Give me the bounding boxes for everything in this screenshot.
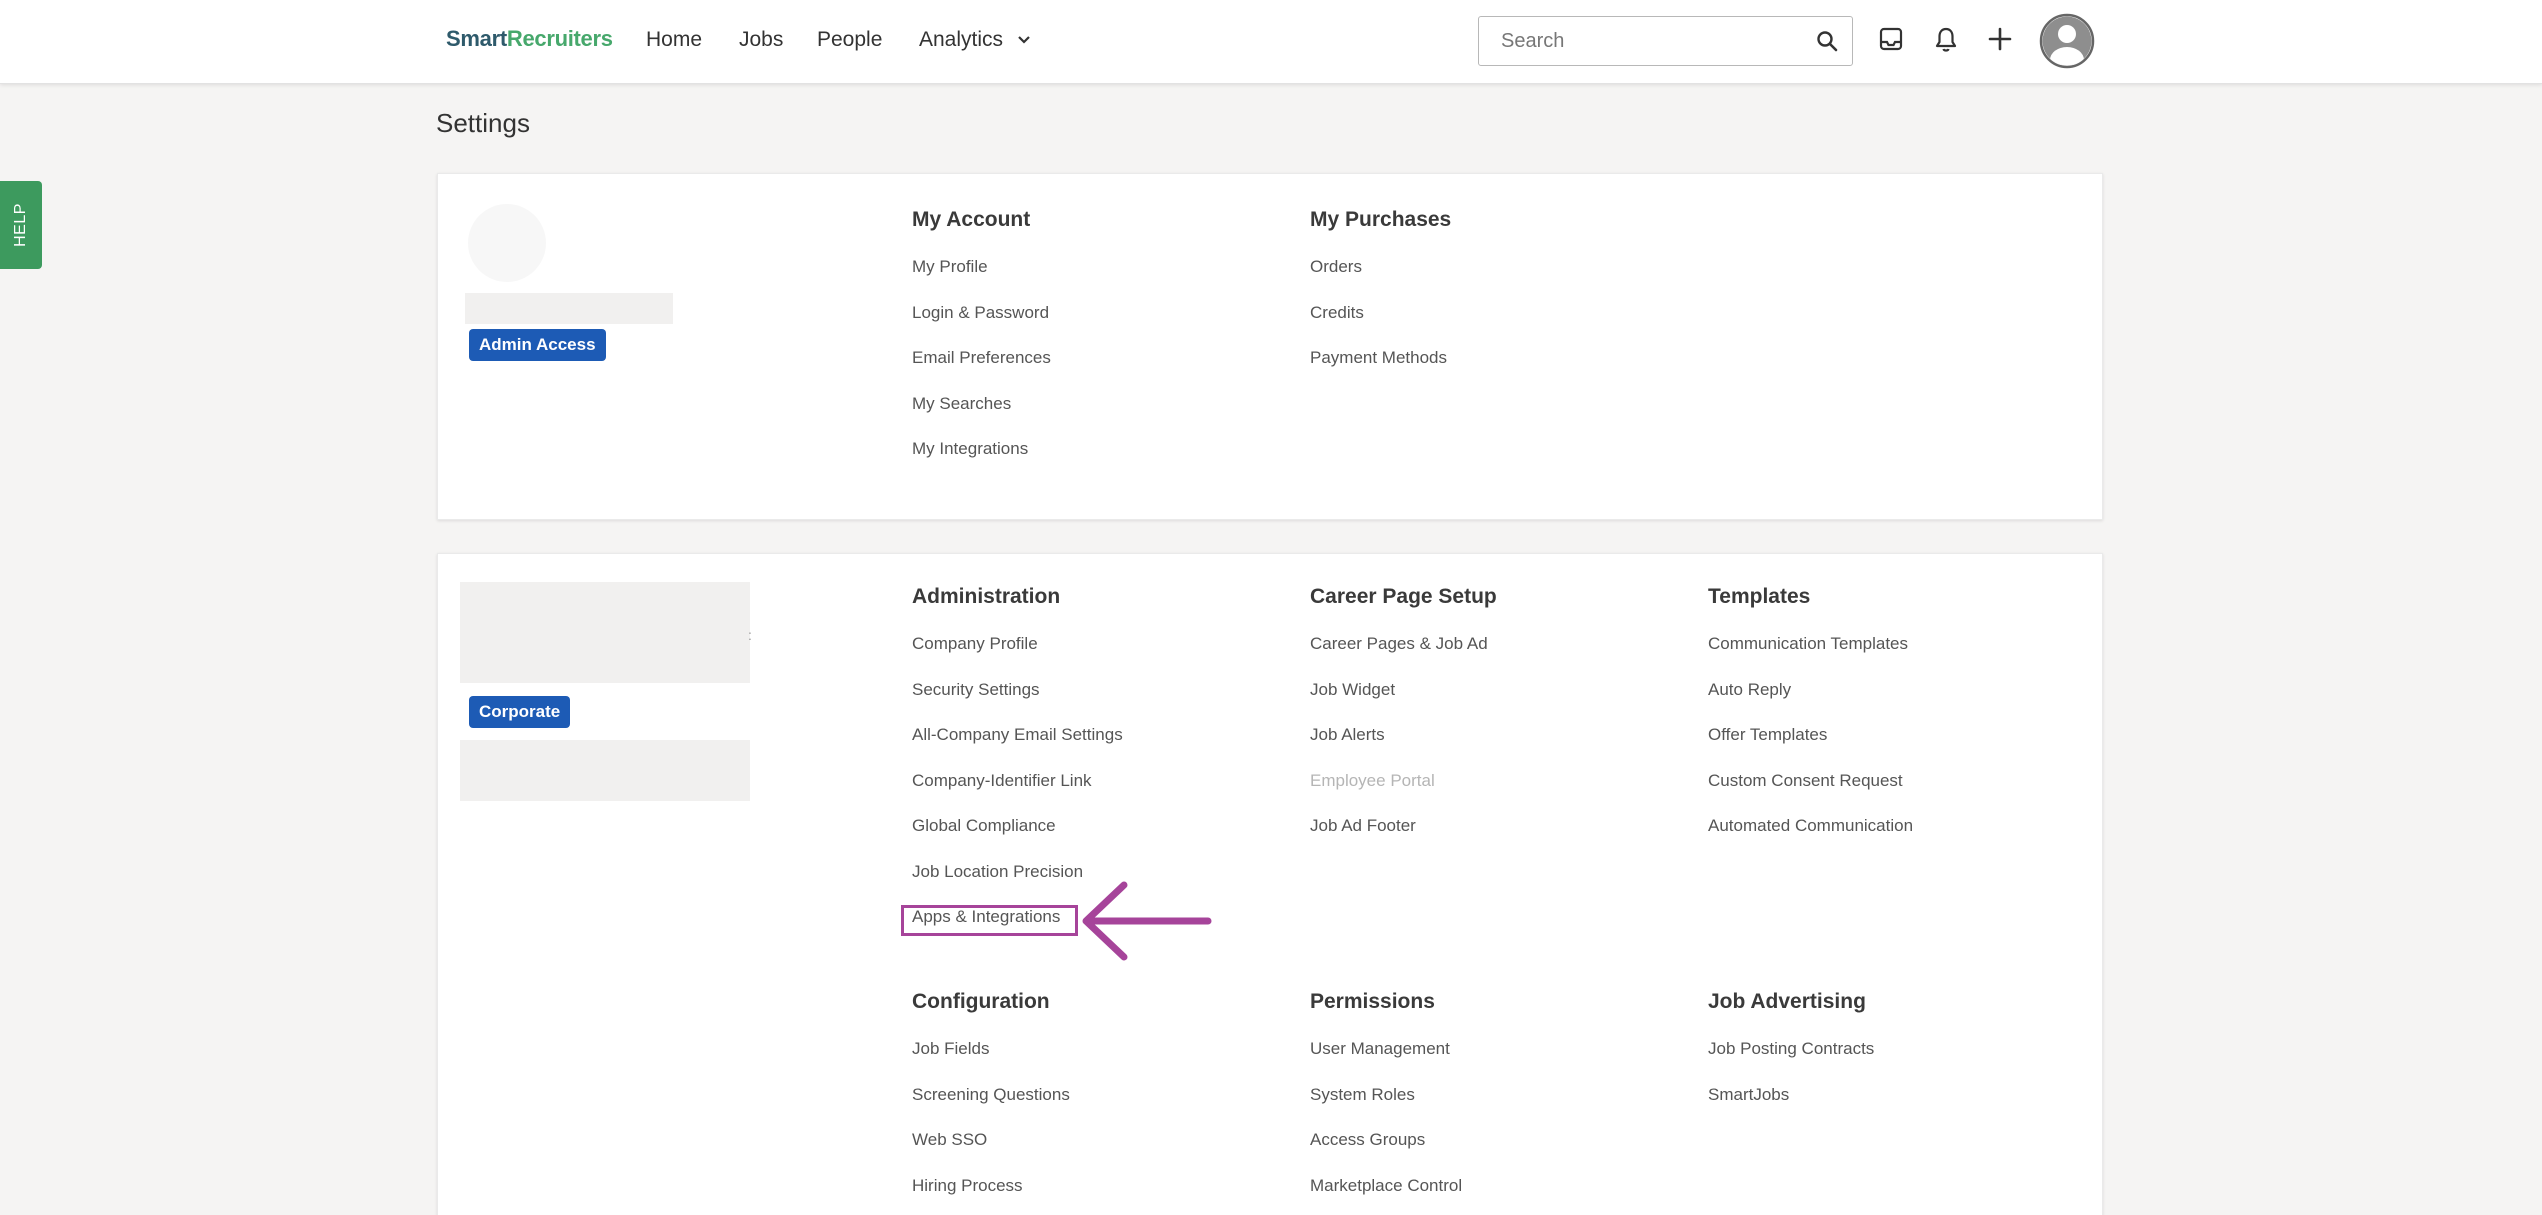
all-company-email-settings-link[interactable]: All-Company Email Settings xyxy=(912,725,1292,771)
company-logo-separator: : xyxy=(748,627,752,643)
help-tab[interactable]: HELP xyxy=(0,181,42,269)
access-groups-link[interactable]: Access Groups xyxy=(1310,1130,1690,1176)
corporate-badge: Corporate xyxy=(469,696,571,728)
search-icon[interactable] xyxy=(1816,30,1838,52)
apps-integrations-highlight xyxy=(901,905,1078,936)
permissions-heading: Permissions xyxy=(1310,990,1435,1013)
company-name-placeholder xyxy=(460,740,750,801)
email-preferences-link[interactable]: Email Preferences xyxy=(912,348,1292,394)
nav-analytics-label: Analytics xyxy=(919,28,1004,51)
logo-smart-text: Smart xyxy=(446,26,507,51)
page-title: Settings xyxy=(436,108,530,138)
job-widget-link[interactable]: Job Widget xyxy=(1310,680,1690,726)
career-page-setup-section: Career Page Setup Career Pages & Job Ad … xyxy=(1310,585,1690,862)
payment-methods-link[interactable]: Payment Methods xyxy=(1310,348,1690,394)
job-posting-contracts-link[interactable]: Job Posting Contracts xyxy=(1708,1039,2088,1085)
smartjobs-link[interactable]: SmartJobs xyxy=(1708,1085,2088,1131)
screening-questions-link[interactable]: Screening Questions xyxy=(912,1085,1292,1131)
employee-portal-link: Employee Portal xyxy=(1310,770,1435,790)
company-settings-card: : Corporate Administration Company Profi… xyxy=(437,553,2103,1215)
templates-heading: Templates xyxy=(1708,585,1811,608)
my-integrations-link[interactable]: My Integrations xyxy=(912,439,1292,485)
search-box xyxy=(1478,16,1853,66)
global-compliance-link[interactable]: Global Compliance xyxy=(912,816,1292,862)
inbox-icon[interactable] xyxy=(1878,26,1904,52)
account-settings-card: Admin Access My Account My Profile Login… xyxy=(437,173,2103,520)
my-purchases-section: My Purchases Orders Credits Payment Meth… xyxy=(1310,208,1690,394)
search-input[interactable] xyxy=(1479,17,1799,65)
login-password-link[interactable]: Login & Password xyxy=(912,303,1292,349)
user-avatar-icon[interactable] xyxy=(2039,13,2095,69)
company-profile-link[interactable]: Company Profile xyxy=(912,634,1292,680)
company-identifier-link[interactable]: Company-Identifier Link xyxy=(912,771,1292,817)
job-advertising-section: Job Advertising Job Posting Contracts Sm… xyxy=(1708,990,2088,1130)
configuration-heading: Configuration xyxy=(912,990,1050,1013)
auto-reply-link[interactable]: Auto Reply xyxy=(1708,680,2088,726)
nav-home-link[interactable]: Home xyxy=(646,28,702,52)
top-navigation-bar: SmartRecruiters Home Jobs People Analyti… xyxy=(0,0,2542,84)
custom-consent-request-link[interactable]: Custom Consent Request xyxy=(1708,771,2088,817)
configuration-section: Configuration Job Fields Screening Quest… xyxy=(912,990,1292,1215)
nav-people-link[interactable]: People xyxy=(817,28,882,52)
company-logo-placeholder xyxy=(460,582,750,683)
orders-link[interactable]: Orders xyxy=(1310,257,1690,303)
career-page-setup-heading: Career Page Setup xyxy=(1310,585,1497,608)
my-profile-link[interactable]: My Profile xyxy=(912,257,1292,303)
job-fields-link[interactable]: Job Fields xyxy=(912,1039,1292,1085)
admin-access-badge: Admin Access xyxy=(469,329,606,361)
nav-jobs-link[interactable]: Jobs xyxy=(739,28,783,52)
my-searches-link[interactable]: My Searches xyxy=(912,394,1292,440)
my-account-section: My Account My Profile Login & Password E… xyxy=(912,208,1292,485)
automated-communication-link[interactable]: Automated Communication xyxy=(1708,816,2088,862)
add-icon[interactable] xyxy=(1987,26,2013,52)
offer-templates-link[interactable]: Offer Templates xyxy=(1708,725,2088,771)
templates-section: Templates Communication Templates Auto R… xyxy=(1708,585,2088,862)
profile-name-placeholder xyxy=(465,293,673,324)
bell-icon[interactable] xyxy=(1933,26,1959,54)
my-purchases-heading: My Purchases xyxy=(1310,208,1452,231)
profile-avatar-placeholder xyxy=(468,204,546,282)
user-management-link[interactable]: User Management xyxy=(1310,1039,1690,1085)
nav-analytics-menu[interactable]: Analytics xyxy=(919,28,1031,52)
smartrecruiters-logo[interactable]: SmartRecruiters xyxy=(446,26,613,52)
system-roles-link[interactable]: System Roles xyxy=(1310,1085,1690,1131)
job-advertising-heading: Job Advertising xyxy=(1708,990,1866,1013)
permissions-section: Permissions User Management System Roles… xyxy=(1310,990,1690,1215)
hiring-process-link[interactable]: Hiring Process xyxy=(912,1176,1292,1215)
my-account-heading: My Account xyxy=(912,208,1031,231)
security-settings-link[interactable]: Security Settings xyxy=(912,680,1292,726)
job-alerts-link[interactable]: Job Alerts xyxy=(1310,725,1690,771)
administration-heading: Administration xyxy=(912,585,1061,608)
pointer-arrow-icon xyxy=(1082,881,1212,961)
help-tab-label: HELP xyxy=(12,203,29,247)
web-sso-link[interactable]: Web SSO xyxy=(912,1130,1292,1176)
chevron-down-icon xyxy=(1018,36,1030,45)
job-ad-footer-link[interactable]: Job Ad Footer xyxy=(1310,816,1690,862)
logo-recruiters-text: Recruiters xyxy=(506,26,613,51)
marketplace-control-link[interactable]: Marketplace Control xyxy=(1310,1176,1690,1215)
credits-link[interactable]: Credits xyxy=(1310,303,1690,349)
career-pages-job-ad-link[interactable]: Career Pages & Job Ad xyxy=(1310,634,1690,680)
communication-templates-link[interactable]: Communication Templates xyxy=(1708,634,2088,680)
